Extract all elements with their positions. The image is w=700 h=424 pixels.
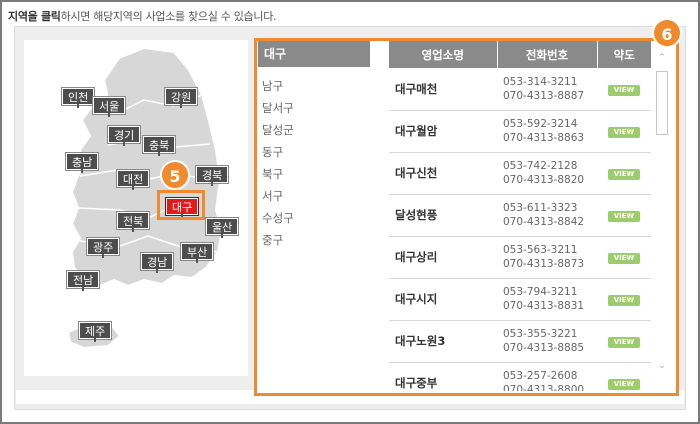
office-name: 대구신천 (389, 152, 497, 195)
instruction-rest: 하시면 해당지역의 사업소를 찾으실 수 있습니다. (60, 10, 277, 23)
phone-line-2: 070-4313-8820 (503, 174, 585, 186)
phone-line-1: 053-794-3211 (503, 286, 578, 298)
instruction-highlight: 지역을 클릭 (8, 10, 61, 23)
region-gyeonggi[interactable]: 경기 (108, 126, 141, 146)
office-table-container: 영업소명 전화번호 약도 대구매천 053-314-3211 070-4313-8… (389, 41, 651, 391)
office-phone: 053-611-3323 070-4313-8842 (497, 194, 597, 237)
table-row: 대구매천 053-314-3211 070-4313-8887 VIEW (389, 68, 651, 111)
region-jeju[interactable]: 제주 (79, 322, 112, 342)
phone-line-2: 070-4313-8800 (503, 384, 585, 391)
daegu-highlight-box (157, 190, 205, 220)
office-phone: 053-355-3221 070-4313-8885 (497, 320, 597, 363)
phone-line-2: 070-4313-8873 (503, 258, 585, 270)
region-ulsan[interactable]: 울산 (206, 218, 239, 238)
region-busan[interactable]: 부산 (181, 243, 214, 263)
phone-line-2: 070-4313-8831 (503, 300, 585, 312)
district-item[interactable]: 남구 (262, 75, 370, 97)
phone-line-1: 053-611-3323 (503, 202, 578, 214)
region-jeonbuk[interactable]: 전북 (117, 212, 150, 232)
header-map: 약도 (597, 41, 651, 68)
table-header-row: 영업소명 전화번호 약도 (389, 41, 651, 68)
office-name: 대구노원3 (389, 320, 497, 363)
table-row: 대구월암 053-592-3214 070-4313-8863 VIEW (389, 110, 651, 153)
office-phone: 053-592-3214 070-4313-8863 (497, 110, 597, 153)
district-header: 대구 (258, 41, 370, 67)
office-table: 영업소명 전화번호 약도 대구매천 053-314-3211 070-4313-8… (389, 41, 651, 391)
table-row: 대구시지 053-794-3211 070-4313-8831 VIEW (389, 278, 651, 321)
korea-map-shape (66, 46, 224, 350)
view-map-button[interactable]: VIEW (608, 84, 640, 96)
office-phone: 053-794-3211 070-4313-8831 (497, 278, 597, 321)
region-daejeon[interactable]: 대전 (117, 170, 150, 190)
region-gwangju[interactable]: 광주 (87, 238, 120, 258)
korea-map (24, 40, 248, 376)
view-map-button[interactable]: VIEW (608, 253, 640, 264)
phone-line-2: 070-4313-8863 (503, 132, 585, 144)
phone-line-2: 070-4313-8842 (503, 216, 585, 228)
phone-line-1: 053-314-3211 (503, 75, 578, 88)
region-chungbuk[interactable]: 충북 (143, 136, 176, 156)
chevron-up-icon[interactable]: ⌃ (657, 53, 667, 63)
view-map-button[interactable]: VIEW (608, 379, 640, 390)
table-scrollbar[interactable]: ⌃ ⌄ (653, 49, 671, 379)
region-jeonnam[interactable]: 전남 (67, 271, 100, 291)
phone-line-1: 053-563-3211 (503, 244, 578, 256)
scroll-thumb[interactable] (656, 71, 668, 135)
view-map-button[interactable]: VIEW (608, 337, 640, 348)
region-incheon[interactable]: 인천 (62, 88, 95, 108)
phone-line-1: 053-257-2608 (503, 370, 578, 382)
office-name: 대구시지 (389, 278, 497, 321)
table-row: 달성현풍 053-611-3323 070-4313-8842 VIEW (389, 194, 651, 237)
region-gangwon[interactable]: 강원 (165, 88, 198, 108)
district-item[interactable]: 수성구 (262, 207, 370, 229)
table-row: 대구노원3 053-355-3221 070-4313-8885 VIEW (389, 320, 651, 363)
district-list: 남구 달서구 달성군 동구 북구 서구 수성구 중구 (258, 67, 370, 251)
instruction-text: 지역을 클릭하시면 해당지역의 사업소를 찾으실 수 있습니다. (8, 8, 277, 24)
phone-line-1: 053-355-3221 (503, 328, 578, 340)
office-phone: 053-257-2608 070-4313-8800 (497, 362, 597, 391)
office-name: 대구중부 (389, 362, 497, 391)
table-row: 대구신천 053-742-2128 070-4313-8820 VIEW (389, 152, 651, 195)
region-seoul[interactable]: 서울 (93, 97, 126, 117)
phone-line-1: 053-592-3214 (503, 118, 578, 130)
step-badge-5: 5 (160, 160, 190, 190)
district-item[interactable]: 동구 (262, 141, 370, 163)
chevron-down-icon[interactable]: ⌄ (657, 361, 667, 371)
office-phone: 053-563-3211 070-4313-8873 (497, 236, 597, 279)
view-map-button[interactable]: VIEW (608, 295, 640, 306)
step-badge-6: 6 (652, 18, 682, 48)
office-name: 달성현풍 (389, 194, 497, 237)
office-phone: 053-742-2128 070-4313-8820 (497, 152, 597, 195)
phone-line-2: 070-4313-8885 (503, 342, 585, 354)
header-phone: 전화번호 (497, 41, 598, 68)
phone-line-1: 053-742-2128 (503, 160, 578, 172)
table-row: 대구중부 053-257-2608 070-4313-8800 VIEW (389, 362, 651, 391)
district-item[interactable]: 서구 (262, 185, 370, 207)
district-item[interactable]: 달서구 (262, 97, 370, 119)
table-row: 대구상리 053-563-3211 070-4313-8873 VIEW (389, 236, 651, 279)
view-map-button[interactable]: VIEW (608, 127, 640, 138)
district-item[interactable]: 북구 (262, 163, 370, 185)
region-chungnam[interactable]: 충남 (66, 153, 99, 173)
phone-line-2: 070-4313-8887 (503, 89, 585, 102)
header-office-name: 영업소명 (389, 41, 498, 68)
office-name: 대구상리 (389, 236, 497, 279)
view-map-button[interactable]: VIEW (608, 169, 640, 180)
region-gyeongnam[interactable]: 경남 (141, 253, 174, 273)
district-item[interactable]: 중구 (262, 229, 370, 251)
view-map-button[interactable]: VIEW (608, 211, 640, 222)
office-name: 대구월암 (389, 110, 497, 153)
district-list-panel: 대구 남구 달서구 달성군 동구 북구 서구 수성구 중구 (258, 41, 370, 393)
office-name: 대구매천 (389, 68, 497, 111)
office-phone: 053-314-3211 070-4313-8887 (497, 68, 597, 111)
district-item[interactable]: 달성군 (262, 119, 370, 141)
region-gyeongbuk[interactable]: 경북 (196, 166, 229, 186)
